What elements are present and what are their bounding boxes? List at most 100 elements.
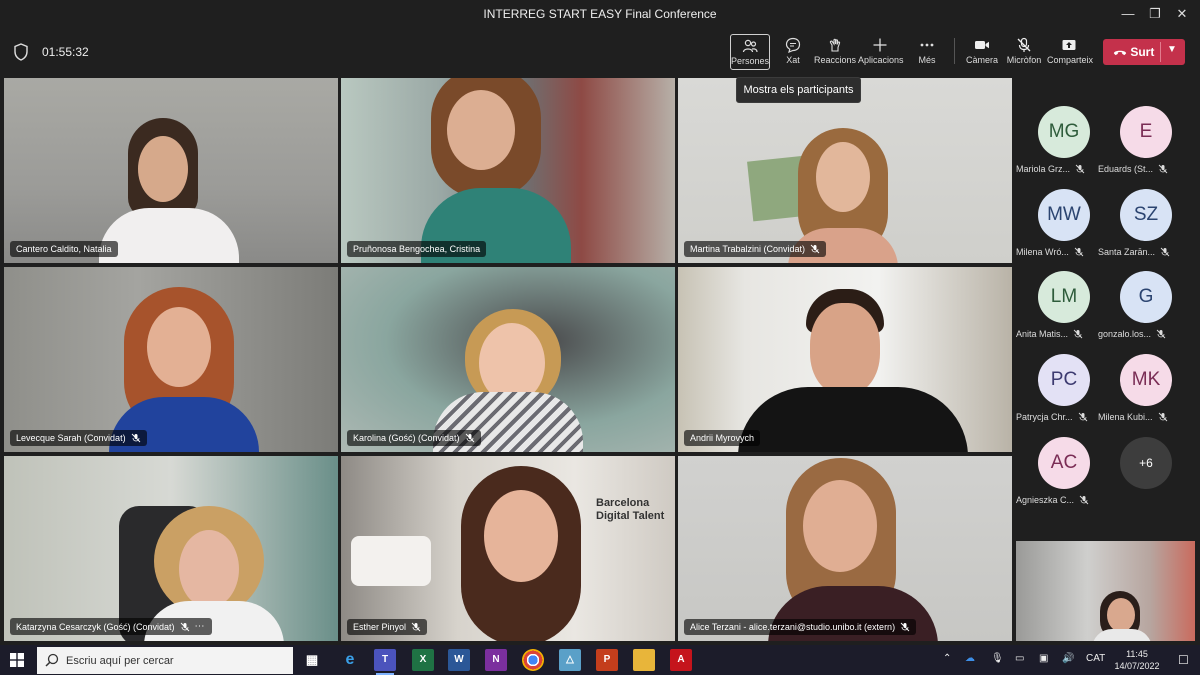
people-button[interactable]: Persones (730, 34, 770, 70)
shield-icon (14, 43, 28, 61)
avatar: AC (1038, 437, 1090, 489)
close-icon[interactable]: ✕ (1172, 6, 1192, 22)
leave-button[interactable]: Surt ▼ (1103, 39, 1185, 65)
share-button[interactable]: Comparteix (1047, 34, 1094, 70)
more-options-icon[interactable]: ⋯ (195, 621, 206, 632)
show-hidden-icons-icon[interactable]: ⌃ (943, 653, 951, 664)
reactions-button[interactable]: Reaccions (813, 34, 857, 70)
battery-icon[interactable]: ▭ (1015, 653, 1024, 664)
more-label: Més (918, 55, 936, 65)
display-icon[interactable]: ▣ (1039, 653, 1048, 664)
share-label: Comparteix (1047, 55, 1094, 65)
avatar: LM (1038, 271, 1090, 323)
apps-button[interactable]: Aplicacions (858, 34, 904, 70)
avatar: MK (1120, 354, 1172, 406)
minimize-icon[interactable]: — (1118, 6, 1138, 21)
avatar-tile[interactable]: LM Anita Matis... (1016, 271, 1096, 351)
microphone-tray-icon[interactable]: 🎙 (991, 653, 1004, 664)
avatar-name: gonzalo.los... (1098, 329, 1198, 339)
microphone-off-icon (131, 433, 140, 443)
windows-taskbar: Escriu aquí per cercar ▦ e T X W N △ P A… (0, 645, 1200, 675)
self-view[interactable] (1016, 541, 1195, 641)
chat-button[interactable]: Xat (771, 34, 815, 70)
chevron-down-icon[interactable]: ▼ (1167, 44, 1177, 55)
taskbar-clock[interactable]: 11:45 14/07/2022 (1112, 648, 1162, 672)
participant-name: Andrii Myrovych (690, 433, 755, 443)
video-tile[interactable]: Katarzyna Cesarczyk (Gość) (Convidat) ⋯ (4, 456, 338, 641)
microphone-off-icon (1156, 329, 1166, 339)
file-explorer-icon[interactable] (633, 649, 655, 671)
participant-name: Alice Terzani - alice.terzani@studio.uni… (690, 622, 896, 632)
video-tile[interactable]: Cantero Caldito, Natalia (4, 78, 338, 263)
video-tile[interactable]: Karolina (Gość) (Convidat) (341, 267, 675, 452)
avatar-name-text: Santa Zarān... (1098, 247, 1156, 257)
notifications-icon[interactable]: ☐ (1178, 653, 1189, 667)
participant-face (484, 490, 558, 582)
onenote-icon[interactable]: N (485, 649, 507, 671)
share-icon (1062, 40, 1076, 50)
camera-button[interactable]: Càmera (960, 34, 1004, 70)
excel-icon[interactable]: X (412, 649, 434, 671)
participant-name: Pruñonosa Bengochea, Cristina (353, 244, 481, 254)
participant-face (1107, 598, 1135, 632)
title-bar: INTERREG START EASY Final Conference — ❐… (0, 0, 1200, 30)
plus-icon (873, 38, 887, 52)
teams-icon[interactable]: T (374, 649, 396, 675)
powerpoint-icon[interactable]: P (596, 649, 618, 671)
avatar-tile[interactable]: PC Patrycja Chr... (1016, 354, 1096, 434)
avatar: MW (1038, 189, 1090, 241)
restore-icon[interactable]: ❐ (1145, 6, 1165, 22)
avatar-tile[interactable]: AC Agnieszka C... (1016, 437, 1096, 517)
chat-icon (785, 37, 801, 53)
edge-icon[interactable]: e (339, 649, 361, 671)
task-view-icon[interactable]: ▦ (301, 649, 323, 671)
language-indicator[interactable]: CAT (1086, 653, 1105, 664)
photos-icon[interactable]: △ (559, 649, 581, 671)
volume-icon[interactable]: 🔊 (1062, 653, 1074, 664)
participant-name-tag: Pruñonosa Bengochea, Cristina (347, 241, 487, 257)
taskbar-search-box[interactable]: Escriu aquí per cercar (37, 647, 293, 674)
camera-label: Càmera (965, 55, 998, 65)
avatar-tile[interactable]: MG Mariola Grz... (1016, 106, 1096, 186)
onedrive-icon[interactable]: ☁ (965, 653, 975, 664)
avatar-tile[interactable]: G gonzalo.los... (1098, 271, 1178, 351)
participant-avatar-grid: MG Mariola Grz... E Eduards (St... MW Mi… (1016, 78, 1200, 533)
windows-start-icon[interactable] (10, 653, 24, 667)
microphone-off-icon (900, 622, 910, 632)
avatar-name-text: Anita Matis... (1016, 329, 1069, 339)
microphone-off-icon (1079, 495, 1089, 505)
microphone-off-icon (1160, 247, 1170, 257)
apps-label: Aplicacions (858, 55, 904, 65)
video-tile[interactable]: Pruñonosa Bengochea, Cristina (341, 78, 675, 263)
avatar-name-text: Milena Wró... (1016, 247, 1069, 257)
video-tile[interactable]: Martina Trabalzini (Convidat) (678, 78, 1012, 263)
participant-name-tag: Esther Pinyol (347, 619, 428, 635)
avatar-tile[interactable]: E Eduards (St... (1098, 106, 1178, 186)
background-logo-line1: Barcelona (596, 497, 650, 509)
participant-face (810, 303, 880, 395)
participant-name: Esther Pinyol (353, 622, 407, 632)
avatar-tile[interactable]: MW Milena Wró... (1016, 189, 1096, 269)
more-button[interactable]: Més (905, 34, 949, 70)
avatar-name: Eduards (St... (1098, 164, 1198, 174)
avatar-tile[interactable]: SZ Santa Zarān... (1098, 189, 1178, 269)
avatar-tile[interactable]: MK Milena Kubi... (1098, 354, 1178, 434)
microphone-button[interactable]: Micròfon (1002, 34, 1046, 70)
acrobat-icon[interactable]: A (670, 649, 692, 671)
video-tile[interactable]: Esther Pinyol (341, 456, 675, 641)
overflow-participants-button[interactable]: +6 (1098, 437, 1178, 517)
more-icon (920, 43, 934, 47)
participants-tooltip: Mostra els participants (736, 77, 861, 103)
chrome-icon[interactable] (522, 649, 544, 671)
participant-name: Karolina (Gość) (Convidat) (353, 433, 460, 443)
word-icon[interactable]: W (448, 649, 470, 671)
avatar-name: Santa Zarān... (1098, 247, 1198, 257)
participant-body (738, 387, 968, 452)
participant-name-tag: Andrii Myrovych (684, 430, 761, 446)
camera-icon (975, 41, 989, 49)
avatar-name-text: Patrycja Chr... (1016, 412, 1073, 422)
video-tile[interactable]: Alice Terzani - alice.terzani@studio.uni… (678, 456, 1012, 641)
video-tile[interactable]: Andrii Myrovych (678, 267, 1012, 452)
video-tile[interactable]: Levecque Sarah (Convidat) (4, 267, 338, 452)
clock-date: 14/07/2022 (1114, 661, 1160, 671)
